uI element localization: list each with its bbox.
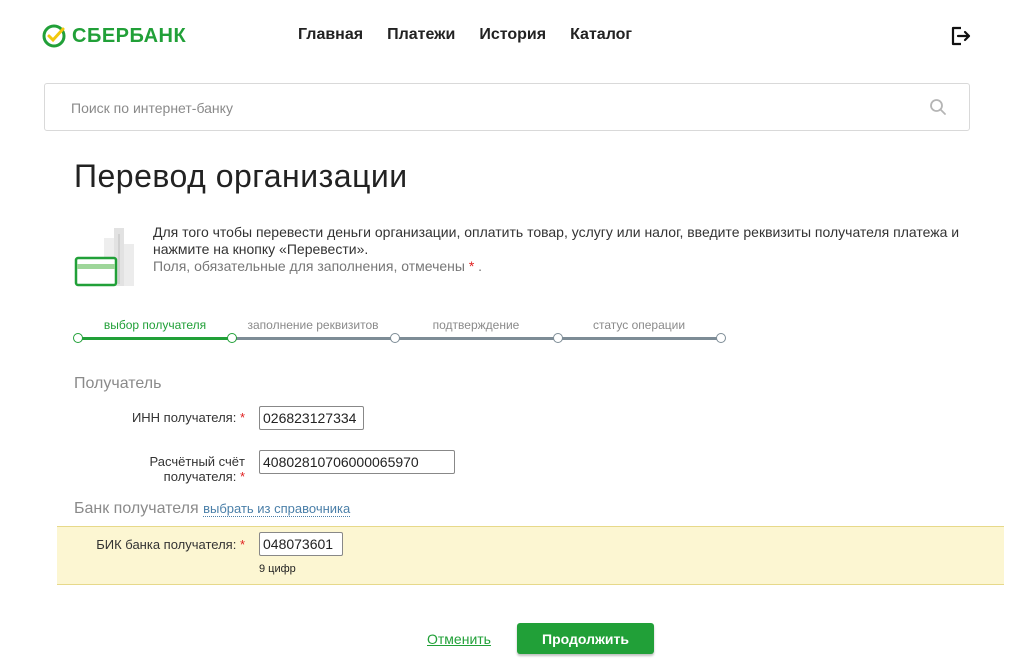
inn-label: ИНН получателя: * — [100, 410, 245, 425]
intro-text: Для того чтобы перевести деньги организа… — [153, 224, 973, 275]
logout-icon[interactable] — [948, 24, 972, 48]
continue-button[interactable]: Продолжить — [517, 623, 654, 654]
account-label-line1: Расчётный счёт — [149, 454, 246, 469]
search-input[interactable] — [69, 84, 913, 132]
step-dot-4 — [716, 333, 726, 343]
nav-history[interactable]: История — [479, 26, 546, 44]
step-dot-3 — [553, 333, 563, 343]
bik-label-text: БИК банка получателя: — [96, 537, 237, 552]
inn-required-star: * — [239, 410, 245, 425]
bik-label: БИК банка получателя: * — [85, 537, 245, 552]
nav-home[interactable]: Главная — [298, 26, 363, 44]
building-card-icon — [74, 228, 134, 287]
step-status: статус операции — [592, 318, 686, 332]
step-select-recipient: выбор получателя — [103, 318, 207, 332]
nav-payments[interactable]: Платежи — [387, 26, 455, 44]
step-confirmation: подтверждение — [432, 318, 520, 332]
step-fill-details: заполнение реквизитов — [247, 318, 379, 332]
search-bar — [44, 83, 970, 132]
sber-logo-icon — [42, 24, 66, 48]
nav-catalog[interactable]: Каталог — [570, 26, 632, 44]
required-note: Поля, обязательные для заполнения, отмеч… — [153, 258, 465, 274]
account-required-star: * — [239, 469, 245, 484]
bik-required-star: * — [239, 537, 245, 552]
account-input[interactable] — [259, 450, 455, 474]
recipient-section-title: Получатель — [74, 375, 162, 392]
step-dot-start — [73, 333, 83, 343]
inn-input[interactable] — [259, 406, 364, 430]
bank-section-header: Банк получателя выбрать из справочника — [74, 500, 351, 518]
bik-panel — [57, 526, 1004, 585]
bik-input[interactable] — [259, 532, 343, 556]
page-title: Перевод организации — [74, 158, 408, 194]
step-dot-2 — [390, 333, 400, 343]
bank-section-title: Банк получателя — [74, 500, 199, 517]
account-label: Расчётный счёт получателя: * — [100, 454, 246, 484]
search-icon[interactable] — [929, 98, 947, 116]
account-label-line2: получателя: — [163, 469, 237, 484]
brand-name: СБЕРБАНК — [72, 24, 187, 47]
inn-label-text: ИНН получателя: — [131, 410, 237, 425]
intro-paragraph: Для того чтобы перевести деньги организа… — [153, 224, 960, 257]
step-line-rest — [232, 337, 722, 340]
main-nav: Главная Платежи История Каталог — [298, 26, 632, 44]
required-note-end: . — [478, 258, 483, 274]
sberbank-logo[interactable]: СБЕРБАНК — [42, 22, 186, 50]
progress-steps: выбор получателя заполнение реквизитов п… — [73, 318, 734, 350]
choose-from-directory-link[interactable]: выбрать из справочника — [203, 501, 351, 517]
bik-hint: 9 цифр — [259, 563, 296, 575]
step-line-1 — [78, 337, 232, 340]
step-dot-1 — [227, 333, 237, 343]
cancel-link[interactable]: Отменить — [427, 631, 491, 647]
required-star: * — [468, 258, 475, 274]
